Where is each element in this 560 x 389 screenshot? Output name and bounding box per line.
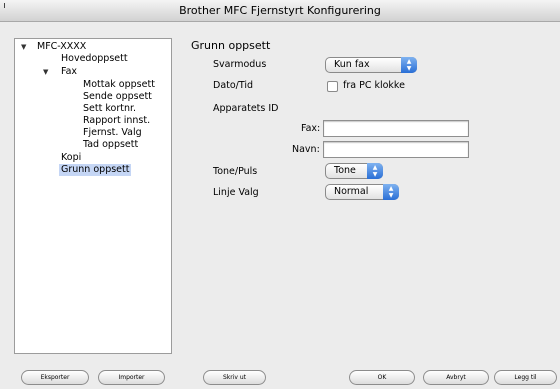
eksporter-button[interactable]: Eksporter bbox=[21, 370, 89, 385]
linje-valg-popup[interactable]: Normal ▲ ▼ bbox=[325, 184, 399, 200]
updown-arrows-icon: ▲ ▼ bbox=[401, 57, 417, 73]
window-title: Brother MFC Fjernstyrt Konfigurering bbox=[179, 4, 381, 17]
disclosure-triangle-down-icon[interactable]: ▼ bbox=[43, 66, 48, 78]
settings-tree[interactable]: ▼ MFC-XXXX Hovedoppsett ▼ Fax Mottak opp… bbox=[14, 38, 172, 354]
linje-valg-label: Linje Valg bbox=[213, 187, 259, 198]
datotid-label: Dato/Tid bbox=[213, 80, 254, 91]
fax-label: Fax: bbox=[301, 123, 321, 134]
navn-id-field[interactable] bbox=[323, 141, 469, 158]
tree-item-hovedoppsett[interactable]: Hovedoppsett bbox=[61, 53, 128, 65]
linje-valg-value: Normal bbox=[334, 186, 369, 197]
updown-arrows-icon: ▲ ▼ bbox=[383, 184, 399, 200]
panel-heading: Grunn oppsett bbox=[191, 39, 271, 52]
window: Brother MFC Fjernstyrt Konfigurering ▼ M… bbox=[0, 0, 560, 389]
tree-item-fax[interactable]: Fax bbox=[61, 66, 77, 78]
settings-panel: Grunn oppsett Svarmodus Kun fax ▲ ▼ Dato/… bbox=[188, 38, 560, 358]
apparatets-id-label: Apparatets ID bbox=[213, 103, 279, 114]
avbryt-button[interactable]: Avbryt bbox=[423, 370, 489, 385]
fax-id-field[interactable] bbox=[323, 120, 469, 137]
tonepuls-label: Tone/Puls bbox=[213, 166, 258, 177]
tonepuls-value: Tone bbox=[334, 165, 356, 176]
fra-pc-klokke-label[interactable]: fra PC klokke bbox=[343, 80, 405, 92]
navn-label: Navn: bbox=[292, 144, 320, 155]
tonepuls-popup[interactable]: Tone ▲ ▼ bbox=[325, 163, 383, 179]
ok-button[interactable]: OK bbox=[349, 370, 415, 385]
tree-item-kopi[interactable]: Kopi bbox=[61, 152, 81, 164]
tree-item-fjernst-valg[interactable]: Fjernst. Valg bbox=[83, 127, 142, 139]
svarmodus-label: Svarmodus bbox=[213, 59, 267, 70]
tree-item-mottak-oppsett[interactable]: Mottak oppsett bbox=[83, 79, 155, 91]
disclosure-triangle-down-icon[interactable]: ▼ bbox=[21, 41, 26, 53]
legg-til-button[interactable]: Legg til bbox=[494, 370, 557, 385]
tree-item-grunn-oppsett[interactable]: Grunn oppsett bbox=[59, 164, 132, 176]
svarmodus-value: Kun fax bbox=[334, 59, 370, 70]
fra-pc-klokke-checkbox[interactable] bbox=[327, 81, 338, 92]
importer-button[interactable]: Importer bbox=[98, 370, 165, 385]
tree-item-root[interactable]: MFC-XXXX bbox=[37, 41, 86, 53]
updown-arrows-icon: ▲ ▼ bbox=[367, 163, 383, 179]
tree-item-rapport-innst[interactable]: Rapport innst. bbox=[83, 115, 150, 127]
tree-item-sende-oppsett[interactable]: Sende oppsett bbox=[83, 91, 152, 103]
skriv-ut-button[interactable]: Skriv ut bbox=[203, 370, 266, 385]
tree-item-sett-kortnr[interactable]: Sett kortnr. bbox=[83, 103, 136, 115]
tree-item-tad-oppsett[interactable]: Tad oppsett bbox=[83, 139, 138, 151]
window-corner-mark bbox=[4, 3, 5, 8]
svarmodus-popup[interactable]: Kun fax ▲ ▼ bbox=[325, 57, 417, 73]
title-bar: Brother MFC Fjernstyrt Konfigurering bbox=[0, 0, 560, 22]
